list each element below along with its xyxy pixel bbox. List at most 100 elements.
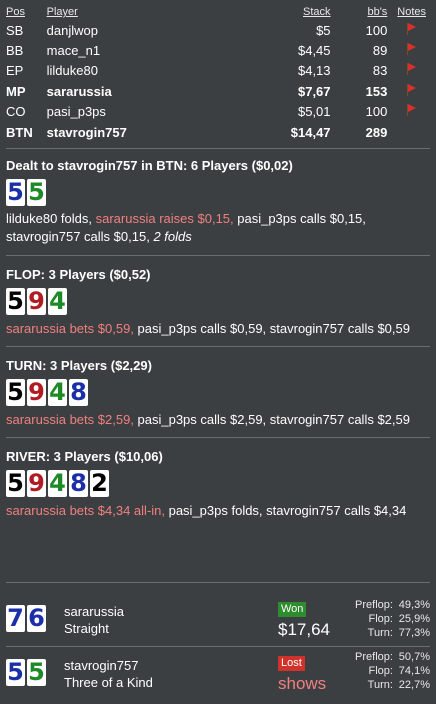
player-notes[interactable] [387, 40, 436, 60]
action-text: pasi_p3ps calls $0,59, stavrogin757 call… [133, 321, 410, 337]
flag-icon[interactable] [406, 104, 417, 117]
player-stack: $5 [316, 22, 331, 38]
equity-stats: Preflop: 50,7% Flop: 74,1% Turn: 22,7% [355, 650, 430, 692]
card: 4 [48, 469, 67, 498]
card: 2 [90, 469, 109, 498]
hole-cards: 55 [6, 178, 430, 207]
result-outcome: Lost shows [278, 654, 326, 694]
turn-actions: sararussia bets $2,59, pasi_p3ps calls $… [6, 411, 430, 429]
card: 8 [69, 469, 88, 498]
col-stack[interactable]: Stack [249, 4, 331, 20]
player-stack: $4,45 [297, 43, 331, 59]
col-pos[interactable]: Pos [0, 4, 47, 20]
col-notes[interactable]: Notes [387, 4, 436, 20]
player-notes[interactable] [387, 20, 436, 40]
col-bbs[interactable]: bb's [331, 4, 387, 20]
player-notes[interactable] [387, 102, 436, 122]
flag-icon[interactable] [406, 63, 417, 76]
player-bbs: 100 [365, 22, 388, 38]
player-name[interactable]: mace_n1 [47, 40, 250, 60]
action-text: pasi_p3ps folds, stavrogin757 calls $4,3… [164, 503, 407, 519]
stat-label: Preflop: [355, 599, 393, 611]
stat-value: 25,9% [398, 613, 430, 625]
card: 5 [27, 178, 46, 207]
flag-icon[interactable] [406, 43, 417, 56]
result-player: sararussia Straight [64, 603, 124, 637]
card: 5 [6, 378, 25, 407]
card: 5 [6, 469, 25, 498]
lost-badge: Lost [278, 656, 305, 671]
action-text: lilduke80 folds, [6, 211, 96, 227]
stat-value: 77,3% [398, 627, 430, 639]
player-name[interactable]: pasi_p3ps [47, 102, 250, 122]
player-row[interactable]: EP lilduke80 $4,13 83 [0, 61, 436, 81]
flop-title: FLOP: 3 Players ($0,52) [6, 267, 151, 283]
card: 5 [6, 287, 25, 316]
card: 9 [27, 469, 46, 498]
preflop-title: Dealt to stavrogin757 in BTN: 6 Players … [6, 158, 293, 174]
turn-section: TURN: 3 Players ($2,29) 5948 sararussia … [0, 347, 436, 429]
player-pos: EP [6, 63, 24, 79]
player-stack: $5,01 [297, 104, 331, 120]
result-cards: 55 [6, 659, 46, 686]
player-pos: MP [6, 83, 26, 99]
stat-label: Flop: [368, 665, 393, 677]
result-player: stavrogin757 Three of a Kind [64, 657, 153, 691]
player-row[interactable]: BB mace_n1 $4,45 89 [0, 40, 436, 60]
result-hand: Straight [64, 621, 109, 636]
stat-value: 49,3% [398, 599, 430, 611]
stat-label: Preflop: [355, 651, 393, 663]
result-player-name[interactable]: sararussia [64, 603, 124, 620]
flag-icon[interactable] [406, 22, 417, 35]
river-actions: sararussia bets $4,34 all-in, pasi_p3ps … [6, 502, 430, 520]
preflop-actions: lilduke80 folds, sararussia raises $0,15… [6, 210, 430, 246]
player-name[interactable]: danjlwop [47, 20, 250, 40]
result-cards: 76 [6, 605, 46, 632]
equity-stats: Preflop: 49,3% Flop: 25,9% Turn: 77,3% [355, 598, 430, 640]
card: 4 [48, 378, 67, 407]
won-badge: Won [278, 602, 307, 617]
flop-cards: 594 [6, 287, 430, 316]
player-notes[interactable] [387, 81, 436, 101]
player-name[interactable]: lilduke80 [47, 61, 250, 81]
player-row[interactable]: BTN stavrogin757 $14,47 289 [0, 122, 436, 142]
player-notes[interactable] [387, 122, 436, 142]
stat-value: 22,7% [398, 679, 430, 691]
player-pos: BB [6, 43, 24, 59]
card: 5 [6, 658, 25, 686]
divider [6, 646, 430, 647]
player-name[interactable]: sararussia [47, 81, 250, 101]
player-bbs: 289 [365, 124, 388, 140]
river-section: RIVER: 3 Players ($10,06) 59482 sararuss… [0, 438, 436, 520]
col-player[interactable]: Player [47, 4, 250, 20]
card: 7 [6, 604, 25, 632]
result-shows: shows [278, 674, 327, 693]
player-row[interactable]: SB danjlwop $5 100 [0, 20, 436, 40]
divider [6, 582, 430, 583]
player-stack: $7,67 [297, 83, 331, 99]
result-player-name[interactable]: stavrogin757 [64, 657, 153, 674]
river-title: RIVER: 3 Players ($10,06) [6, 449, 163, 465]
stat-label: Turn: [367, 679, 393, 691]
card: 9 [27, 378, 46, 407]
action-raise: sararussia raises $0,15, [95, 211, 234, 227]
player-stack: $4,13 [297, 63, 331, 79]
player-row[interactable]: CO pasi_p3ps $5,01 100 [0, 102, 436, 122]
card: 9 [27, 287, 46, 316]
river-cards: 59482 [6, 469, 430, 498]
action-bet: sararussia bets $4,34 all-in, [6, 503, 165, 519]
player-pos: CO [6, 104, 26, 120]
player-bbs: 89 [372, 43, 388, 59]
player-name[interactable]: stavrogin757 [47, 122, 250, 142]
player-stack: $14,47 [290, 124, 331, 140]
player-row[interactable]: MP sararussia $7,67 153 [0, 81, 436, 101]
card: 4 [48, 287, 67, 316]
player-bbs: 83 [372, 63, 388, 79]
result-outcome: Won $17,64 [278, 600, 330, 640]
card: 5 [27, 658, 46, 686]
turn-title: TURN: 3 Players ($2,29) [6, 358, 152, 374]
player-notes[interactable] [387, 61, 436, 81]
flag-icon[interactable] [406, 83, 417, 96]
action-text: stavrogin757 calls $0,15, [6, 229, 154, 245]
action-bet: sararussia bets $2,59, [6, 412, 134, 428]
